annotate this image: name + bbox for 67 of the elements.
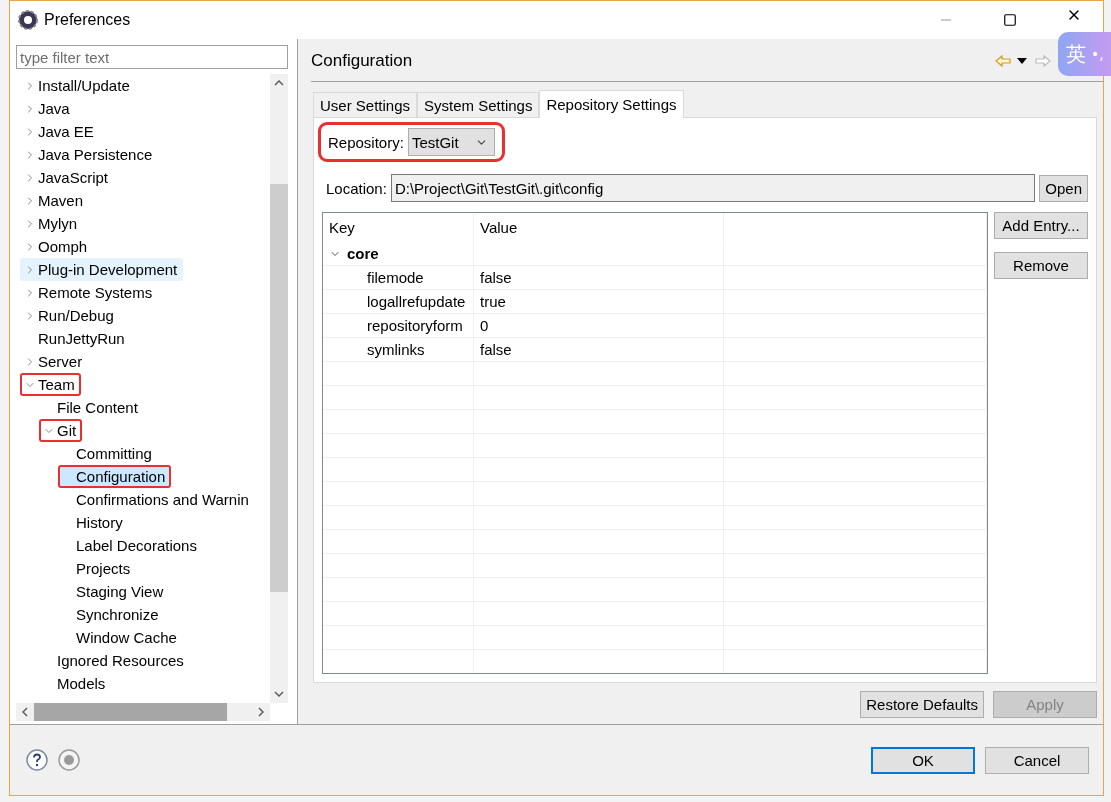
tree-item[interactable]: Oomph xyxy=(20,235,94,258)
tree-item[interactable]: Synchronize xyxy=(58,603,165,626)
tree-item[interactable]: Ignored Resources xyxy=(39,649,190,672)
tree-item[interactable]: Run/Debug xyxy=(20,304,120,327)
filter-field[interactable]: type filter text xyxy=(16,45,288,69)
config-key: logallrefupdate xyxy=(367,293,466,310)
config-key: repositoryform xyxy=(367,317,463,334)
dialog-button[interactable]: Cancel xyxy=(985,746,1089,774)
tree-item[interactable]: Team xyxy=(20,373,81,396)
tree-item[interactable]: Models xyxy=(39,672,112,695)
tree-item[interactable]: Window Cache xyxy=(58,626,183,649)
app-icon xyxy=(18,10,38,30)
repository-label: Repository: xyxy=(328,133,404,151)
back-arrow-icon[interactable] xyxy=(995,55,1011,67)
column-header[interactable]: Key xyxy=(323,213,474,241)
tree-item[interactable]: Mylyn xyxy=(20,212,84,235)
tree-item[interactable]: Git xyxy=(39,419,83,442)
help-icon[interactable] xyxy=(26,749,48,771)
tree-item[interactable]: Java xyxy=(20,97,76,120)
tree-item[interactable]: Confirmations and Warnin xyxy=(58,488,255,511)
maximize-icon[interactable] xyxy=(1003,13,1017,27)
column-header[interactable]: Value xyxy=(474,213,724,241)
dropdown-caret-icon[interactable] xyxy=(1017,57,1027,65)
tree-item[interactable]: Configuration xyxy=(58,465,172,488)
tree-item[interactable]: Staging View xyxy=(58,580,170,603)
input-mode: 英 xyxy=(1066,40,1086,68)
settings-tab[interactable]: System Settings xyxy=(417,92,540,117)
tree-item[interactable]: File Content xyxy=(39,396,144,419)
dialog-button[interactable]: OK xyxy=(871,746,975,774)
location-label: Location: xyxy=(326,179,387,197)
repository-dropdown[interactable]: TestGit xyxy=(407,128,495,156)
settings-tab[interactable]: Repository Settings xyxy=(539,90,684,118)
record-icon[interactable] xyxy=(58,749,80,771)
open-button[interactable]: Open xyxy=(1039,174,1088,202)
config-value: false xyxy=(480,269,512,286)
table-action-button[interactable]: Remove xyxy=(994,252,1088,279)
config-value: true xyxy=(480,293,506,310)
section-name: core xyxy=(347,245,379,262)
tree-item[interactable]: History xyxy=(58,511,129,534)
config-value: false xyxy=(480,341,512,358)
location-field[interactable]: D:\Project\Git\TestGit\.git\config xyxy=(390,174,1036,202)
config-key: filemode xyxy=(367,269,424,286)
tree-item[interactable]: Label Decorations xyxy=(58,534,203,557)
scroll-thumb[interactable] xyxy=(34,703,227,721)
tree-item[interactable]: Projects xyxy=(58,557,137,580)
tree-item[interactable]: Remote Systems xyxy=(20,281,159,304)
tree-item[interactable]: Install/Update xyxy=(20,74,136,97)
scroll-thumb[interactable] xyxy=(270,184,288,592)
horizontal-scrollbar[interactable] xyxy=(16,703,270,721)
vertical-scrollbar[interactable] xyxy=(270,74,288,703)
forward-arrow-icon[interactable] xyxy=(1035,55,1051,67)
tree-item[interactable]: Plug-in Development xyxy=(20,258,184,281)
settings-tab[interactable]: User Settings xyxy=(313,92,418,117)
page-title: Configuration xyxy=(311,51,414,71)
tree-item[interactable]: Maven xyxy=(20,189,90,212)
tree-item[interactable]: JavaScript xyxy=(20,166,115,189)
window-title: Preferences xyxy=(44,11,132,29)
tree-item[interactable]: RunJettyRun xyxy=(20,327,131,350)
config-value: 0 xyxy=(480,317,489,334)
tree-item[interactable]: Committing xyxy=(58,442,158,465)
table-action-button[interactable]: Add Entry... xyxy=(994,212,1088,239)
tree-item[interactable]: Java EE xyxy=(20,120,100,143)
config-key: symlinks xyxy=(367,341,425,358)
punctuation-mode: •, xyxy=(1091,46,1104,62)
page-button[interactable]: Restore Defaults xyxy=(860,691,984,718)
tree-item[interactable]: Server xyxy=(20,350,89,373)
tree-item[interactable]: Java Persistence xyxy=(20,143,159,166)
